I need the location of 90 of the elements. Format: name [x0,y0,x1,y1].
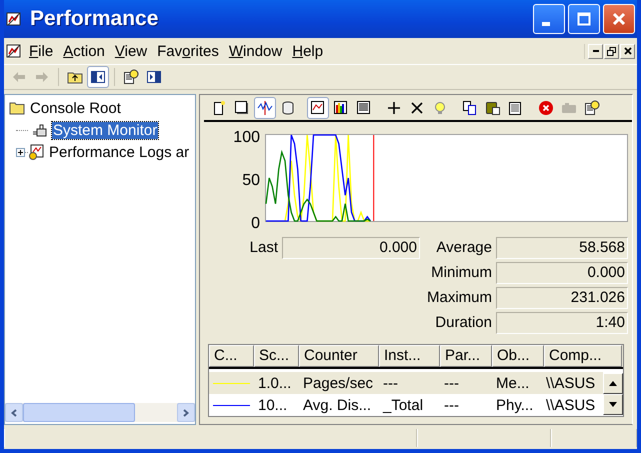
bar-chart-icon [333,100,349,116]
stat-label: Maximum [426,288,492,308]
table-cell-text: 10... [257,396,288,414]
new-document-icon [211,100,227,116]
menu-item[interactable]: Favorites [156,42,228,60]
window-title: Performance [30,7,160,31]
blank-page-icon [234,100,250,116]
close-icon [624,47,632,55]
minimize-icon [542,22,550,26]
down-triangle-icon [609,402,617,407]
stat-label: Duration [434,313,492,333]
menu-item[interactable]: Action [62,42,114,60]
stat-value: 0.000 [282,237,420,259]
counter-row[interactable]: 1.0... Pages/sec --- --- Me... \\ASUS [209,372,603,394]
expand-icon[interactable] [16,148,25,156]
cylinder-icon [280,100,296,116]
delete-icon [409,100,425,116]
maximize-icon [577,12,591,26]
axis-tick-label: 0 [251,216,260,232]
help-icon [584,100,600,116]
table-cell-text: 1.0... [257,374,292,392]
table-cell-text: Avg. Dis... [302,396,372,414]
help-icon [123,69,139,85]
stat-value: 231.026 [496,287,628,309]
copy-icon [462,100,478,116]
plus-icon [386,100,402,116]
menu-item[interactable]: File [28,42,62,60]
menu-item[interactable]: View [114,42,156,60]
stat-value: 1:40 [496,312,628,334]
table-cell-text: \\ASUS [545,396,596,414]
folder-icon [9,101,25,115]
tree-item[interactable]: System Monitor [52,122,158,138]
column-header[interactable]: Ob... [492,345,544,367]
column-header[interactable]: Inst... [379,345,440,367]
minimize-button[interactable] [588,44,603,58]
activity-button[interactable] [254,96,276,118]
menu-item[interactable]: Window [228,42,292,60]
menu-item[interactable]: Help [291,42,332,60]
report-icon [356,100,372,116]
table-cell-text: Phy... [495,396,534,414]
table-cell-text: --- [382,374,399,392]
plug-icon [32,122,48,138]
scroll-down-button[interactable] [603,394,623,415]
properties-icon [508,100,524,116]
split-pane-icon [90,69,106,85]
up-triangle-icon [609,381,617,386]
tree-item[interactable]: Console Root [29,100,122,116]
restore-button[interactable] [604,44,619,58]
line-graph-button[interactable] [307,96,329,118]
column-header[interactable]: Comp... [544,345,622,367]
activity-icon [257,100,273,116]
right-chevron-icon [183,408,189,416]
axis-tick-label: 50 [242,173,260,189]
left-chevron-icon [11,408,17,416]
close-icon [612,12,626,26]
restore-icon [607,46,616,56]
table-cell-text: --- [443,396,460,414]
stat-label: Minimum [430,263,492,283]
table-cell-text: \\ASUS [545,374,596,392]
table-cell-text: _Total [382,396,424,414]
split-pane-button[interactable] [87,66,109,88]
table-cell-text: Pages/sec [302,374,374,392]
scroll-left-button[interactable] [5,403,23,422]
stat-label: Average [435,238,492,258]
stat-label: Last [248,238,278,258]
column-header[interactable]: C... [209,345,254,367]
column-header[interactable]: Sc... [254,345,299,367]
scroll-right-button[interactable] [177,403,195,422]
scrollbar-thumb[interactable] [23,403,135,422]
close-button[interactable] [620,44,635,58]
column-header[interactable]: Counter [299,345,379,367]
column-header[interactable]: Par... [440,345,492,367]
table-cell-text: --- [443,374,460,392]
scroll-up-button[interactable] [603,373,623,394]
forward-arrow-icon [34,69,50,85]
stop-icon [538,100,554,116]
app-icon [6,11,22,27]
table-cell-text: Me... [495,374,530,392]
stat-value: 58.568 [496,237,628,259]
tree-item[interactable]: Performance Logs ar [48,144,190,160]
line-graph-icon [310,100,326,116]
stat-value: 0.000 [496,262,628,284]
maximize-button[interactable] [568,4,600,34]
axis-tick-label: 100 [233,130,260,146]
side-pane-icon [146,69,162,85]
minimize-icon [592,50,598,52]
lightbulb-icon [432,100,448,116]
logs-icon [28,144,44,160]
paste-icon [485,100,501,116]
console-icon[interactable] [6,43,22,59]
